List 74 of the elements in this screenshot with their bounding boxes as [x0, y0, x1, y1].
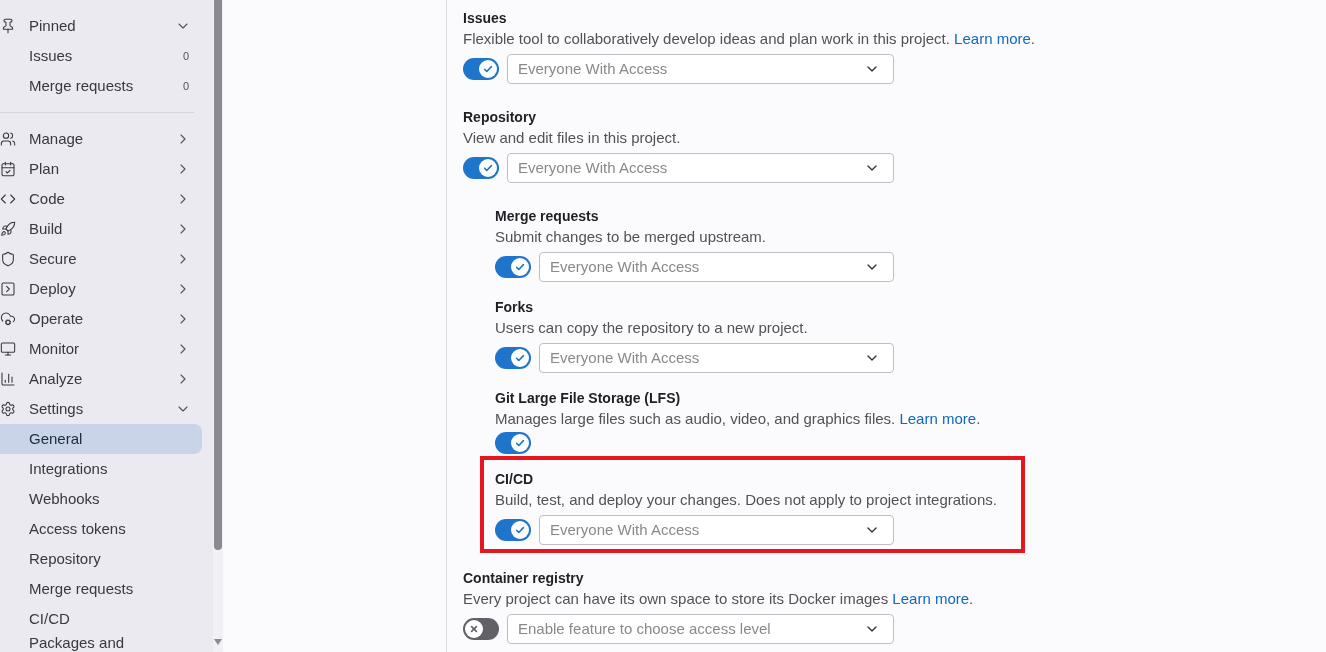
check-icon	[511, 434, 529, 452]
rocket-icon	[0, 221, 16, 237]
toggle-switch[interactable]	[463, 618, 499, 640]
scroll-down-arrow-icon[interactable]	[214, 639, 222, 645]
x-icon	[465, 620, 483, 638]
scrollbar[interactable]	[213, 0, 223, 652]
section-description: View and edit files in this project.	[463, 128, 682, 148]
scrollbar-thumb[interactable]	[214, 0, 222, 550]
section-title: Git Large File Storage (LFS)	[495, 389, 682, 408]
toggle-switch[interactable]	[495, 432, 531, 454]
section-title: Forks	[495, 298, 535, 317]
section-description: Submit changes to be merged upstream.	[495, 227, 767, 247]
access-level-dropdown[interactable]: Everyone With Access	[539, 252, 894, 282]
sidebar-item[interactable]: Operate	[0, 304, 202, 334]
access-level-dropdown[interactable]: Everyone With Access	[539, 515, 894, 545]
sidebar-item[interactable]: Manage	[0, 124, 202, 154]
sidebar-subitem[interactable]: Webhooks	[0, 484, 202, 514]
sidebar-subitem[interactable]: General	[0, 424, 202, 454]
sidebar-item[interactable]: Merge requests 0	[0, 71, 202, 101]
sidebar-subitem[interactable]: Access tokens	[0, 514, 202, 544]
toggle-switch[interactable]	[495, 347, 531, 369]
toggle-switch[interactable]	[495, 256, 531, 278]
toggle-switch[interactable]	[463, 157, 499, 179]
access-level-dropdown[interactable]: Enable feature to choose access level	[507, 614, 894, 644]
sidebar-subitem[interactable]: Integrations	[0, 454, 202, 484]
sidebar-item[interactable]: Settings	[0, 394, 202, 424]
access-level-dropdown[interactable]: Everyone With Access	[539, 343, 894, 373]
cloud-gear-icon	[0, 311, 16, 327]
monitor-icon	[0, 341, 16, 357]
calendar-check-icon	[0, 161, 16, 177]
toggle-switch[interactable]	[495, 519, 531, 541]
learn-more-link[interactable]: Learn more	[954, 30, 1031, 47]
check-icon	[511, 349, 529, 367]
section-description: Users can copy the repository to a new project.	[495, 318, 809, 338]
users-icon	[0, 131, 16, 147]
sidebar-item[interactable]: Build	[0, 214, 202, 244]
sidebar-item[interactable]: Issues 0	[0, 41, 202, 71]
section-title: CI/CD	[495, 470, 535, 489]
sidebar-section-header[interactable]: Pinned	[0, 11, 202, 41]
settings-icon	[0, 401, 16, 417]
bar-chart-icon	[0, 371, 16, 387]
section-title: Container registry	[463, 569, 585, 588]
section-title: Repository	[463, 108, 538, 127]
sidebar-subitem[interactable]: CI/CD	[0, 604, 202, 634]
check-icon	[479, 60, 497, 78]
section-description: Manages large files such as audio, video, and graphics files. Learn more.	[495, 409, 982, 429]
toggle-switch[interactable]	[463, 58, 499, 80]
sidebar-item[interactable]: Deploy	[0, 274, 202, 304]
section-description: Flexible tool to collaboratively develop ideas and plan work in this project. Learn more.	[463, 29, 1036, 49]
check-icon	[511, 521, 529, 539]
chevron-square-icon	[0, 281, 16, 297]
section-title: Issues	[463, 9, 508, 28]
section-title: Merge requests	[495, 207, 600, 226]
sidebar-subitem[interactable]: Packages and	[0, 634, 202, 652]
sidebar-item[interactable]: Monitor	[0, 334, 202, 364]
code-icon	[0, 191, 16, 207]
item-count: 0	[182, 78, 189, 94]
sidebar-item[interactable]: Analyze	[0, 364, 202, 394]
access-level-dropdown[interactable]: Everyone With Access	[507, 54, 894, 84]
learn-more-link[interactable]: Learn more	[892, 590, 970, 607]
shield-icon	[0, 251, 16, 267]
sidebar-item[interactable]: Secure	[0, 244, 202, 274]
pin-icon	[0, 18, 16, 34]
sidebar-subitem[interactable]: Repository	[0, 544, 202, 574]
section-description: Every project can have its own space to store its Docker images Learn more.	[463, 589, 975, 609]
access-level-dropdown[interactable]: Everyone With Access	[507, 153, 894, 183]
sidebar-item[interactable]: Code	[0, 184, 202, 214]
sidebar-item[interactable]: Plan	[0, 154, 202, 184]
check-icon	[511, 258, 529, 276]
sidebar-subitem[interactable]: Merge requests	[0, 574, 202, 604]
learn-more-link[interactable]: Learn more	[899, 410, 977, 427]
check-icon	[479, 159, 497, 177]
section-description: Build, test, and deploy your changes. Does not apply to project integrations.	[495, 490, 998, 510]
item-count: 0	[182, 48, 189, 64]
